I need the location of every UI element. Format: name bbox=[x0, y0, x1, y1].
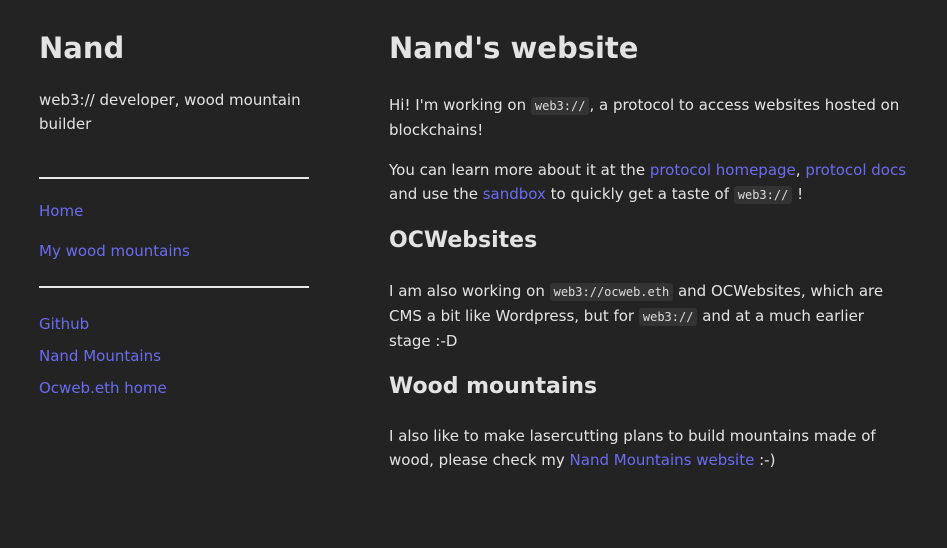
page-title: Nand's website bbox=[389, 31, 639, 65]
code-web3: web3:// bbox=[530, 97, 590, 115]
text: to quickly get a taste of bbox=[545, 185, 734, 203]
text: You can learn more about it at the bbox=[389, 161, 650, 179]
nav-link-home[interactable]: Home bbox=[39, 199, 309, 223]
text: and use the bbox=[389, 185, 483, 203]
nav-link-github[interactable]: Github bbox=[39, 312, 309, 336]
site-title: Nand bbox=[39, 31, 125, 65]
primary-nav: Home My wood mountains bbox=[39, 199, 309, 263]
section-heading-wood-mountains: Wood mountains bbox=[389, 374, 598, 399]
text: , bbox=[795, 161, 806, 179]
protocol-docs-link[interactable]: protocol docs bbox=[805, 161, 906, 179]
sidebar: Nand web3:// developer, wood mountain bu… bbox=[39, 28, 309, 400]
ocwebsites-paragraph: I am also working on web3://ocweb.eth an… bbox=[389, 279, 909, 353]
wood-mountains-paragraph: I also like to make lasercutting plans t… bbox=[389, 424, 909, 472]
nav-link-ocweb-home[interactable]: Ocweb.eth home bbox=[39, 376, 309, 400]
site-tagline: web3:// developer, wood mountain builder bbox=[39, 91, 301, 133]
text: :-) bbox=[754, 451, 776, 469]
learn-more-paragraph: You can learn more about it at the proto… bbox=[389, 158, 909, 207]
divider bbox=[39, 286, 309, 288]
text: ! bbox=[792, 185, 804, 203]
secondary-nav: Github Nand Mountains Ocweb.eth home bbox=[39, 312, 309, 400]
intro-paragraph: Hi! I'm working on web3://, a protocol t… bbox=[389, 93, 909, 142]
text: I am also working on bbox=[389, 282, 550, 300]
code-web3: web3:// bbox=[733, 186, 793, 204]
nav-link-nand-mountains[interactable]: Nand Mountains bbox=[39, 344, 309, 368]
nav-link-my-wood-mountains[interactable]: My wood mountains bbox=[39, 239, 309, 263]
code-ocweb: web3://ocweb.eth bbox=[549, 283, 674, 301]
main-content: Nand's website Hi! I'm working on web3:/… bbox=[389, 28, 909, 472]
divider bbox=[39, 177, 309, 179]
section-heading-ocwebsites: OCWebsites bbox=[389, 228, 538, 253]
protocol-homepage-link[interactable]: protocol homepage bbox=[650, 161, 796, 179]
code-web3: web3:// bbox=[638, 308, 698, 326]
text: Hi! I'm working on bbox=[389, 96, 531, 114]
nand-mountains-website-link[interactable]: Nand Mountains website bbox=[570, 451, 755, 469]
sandbox-link[interactable]: sandbox bbox=[483, 185, 546, 203]
